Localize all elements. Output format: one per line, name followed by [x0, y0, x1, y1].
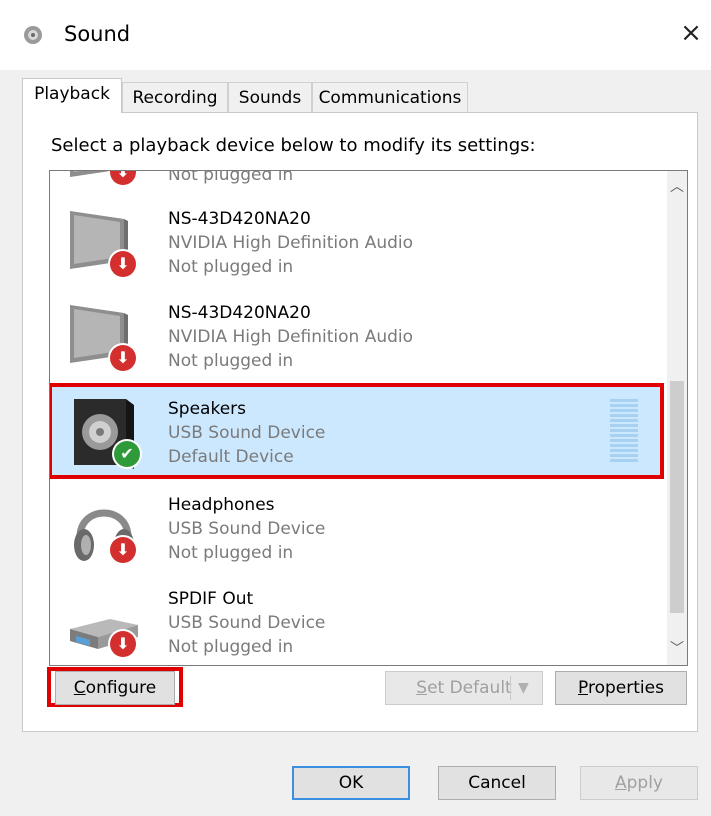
- properties-label: roperties: [587, 678, 664, 698]
- sound-dialog: Sound × Playback Recording Sounds Commun…: [0, 0, 711, 816]
- device-item-ns43-1[interactable]: ⬇ NS-43D420NA20 NVIDIA High Definition A…: [50, 195, 662, 287]
- set-default-mnemonic: S: [416, 678, 428, 698]
- device-name: NS-43D420NA20: [168, 303, 311, 323]
- properties-mnemonic: P: [578, 678, 588, 698]
- not-plugged-in-icon: ⬇: [110, 251, 136, 277]
- apply-label: pply: [626, 773, 663, 793]
- configure-label: onfigure: [85, 678, 157, 698]
- device-driver: NVIDIA High Definition Audio: [168, 327, 414, 347]
- device-name: Speakers: [168, 399, 247, 419]
- cancel-button[interactable]: Cancel: [438, 766, 556, 800]
- configure-mnemonic: C: [73, 678, 86, 698]
- device-status: Not plugged in: [168, 351, 294, 371]
- tab-sounds[interactable]: Sounds: [228, 82, 312, 112]
- set-default-label: et Default: [427, 678, 512, 698]
- device-driver: USB Sound Device: [168, 613, 326, 633]
- device-name: SPDIF Out: [168, 589, 254, 609]
- not-plugged-in-icon: ⬇: [110, 631, 136, 657]
- title-bar: Sound ×: [0, 0, 711, 70]
- window-title: Sound: [64, 22, 131, 46]
- tab-communications[interactable]: Communications: [312, 82, 468, 112]
- set-default-button[interactable]: Set Default ▼: [385, 671, 543, 705]
- device-driver: USB Sound Device: [168, 423, 326, 443]
- chevron-down-icon[interactable]: ▼: [518, 672, 529, 704]
- device-item-ns43-2[interactable]: ⬇ NS-43D420NA20 NVIDIA High Definition A…: [50, 289, 662, 381]
- device-item-speakers[interactable]: ✔ Speakers USB Sound Device Default Devi…: [50, 383, 664, 479]
- scroll-up-icon[interactable]: ︿: [667, 175, 687, 199]
- tab-playback[interactable]: Playback: [22, 78, 122, 113]
- apply-button[interactable]: Apply: [580, 766, 698, 800]
- device-driver: USB Sound Device: [168, 519, 326, 539]
- properties-button[interactable]: Properties: [555, 671, 687, 705]
- device-status: Not plugged in: [168, 257, 294, 277]
- device-list[interactable]: ⬇ Not plugged in ⬇ NS-43D420NA20 NVIDIA …: [49, 170, 688, 666]
- ok-button[interactable]: OK: [292, 766, 410, 800]
- tab-recording[interactable]: Recording: [122, 82, 228, 112]
- device-item[interactable]: ⬇ Not plugged in: [50, 170, 662, 195]
- vertical-scrollbar[interactable]: ︿ ﹀: [667, 171, 687, 665]
- configure-button[interactable]: Configure: [55, 671, 175, 705]
- device-name: NS-43D420NA20: [168, 209, 311, 229]
- not-plugged-in-icon: ⬇: [110, 345, 136, 371]
- default-device-check-icon: ✔: [114, 441, 140, 467]
- volume-level-meter: [610, 399, 638, 465]
- playback-panel: Select a playback device below to modify…: [22, 112, 698, 732]
- speaker-app-icon: [24, 26, 42, 44]
- device-item-spdif-out[interactable]: ⬇ SPDIF Out USB Sound Device Not plugged…: [50, 575, 662, 665]
- not-plugged-in-icon: ⬇: [110, 537, 136, 563]
- scrollbar-thumb[interactable]: [670, 381, 684, 613]
- scroll-down-icon[interactable]: ﹀: [667, 637, 687, 661]
- device-status: Not plugged in: [168, 543, 294, 563]
- device-status: Not plugged in: [168, 170, 294, 185]
- device-driver: NVIDIA High Definition Audio: [168, 233, 414, 253]
- close-button[interactable]: ×: [676, 16, 706, 50]
- device-name: Headphones: [168, 495, 275, 515]
- device-status: Default Device: [168, 447, 294, 467]
- apply-mnemonic: A: [614, 773, 627, 793]
- instruction-text: Select a playback device below to modify…: [51, 135, 536, 156]
- device-status: Not plugged in: [168, 637, 294, 657]
- device-item-headphones[interactable]: ⬇ Headphones USB Sound Device Not plugge…: [50, 481, 662, 573]
